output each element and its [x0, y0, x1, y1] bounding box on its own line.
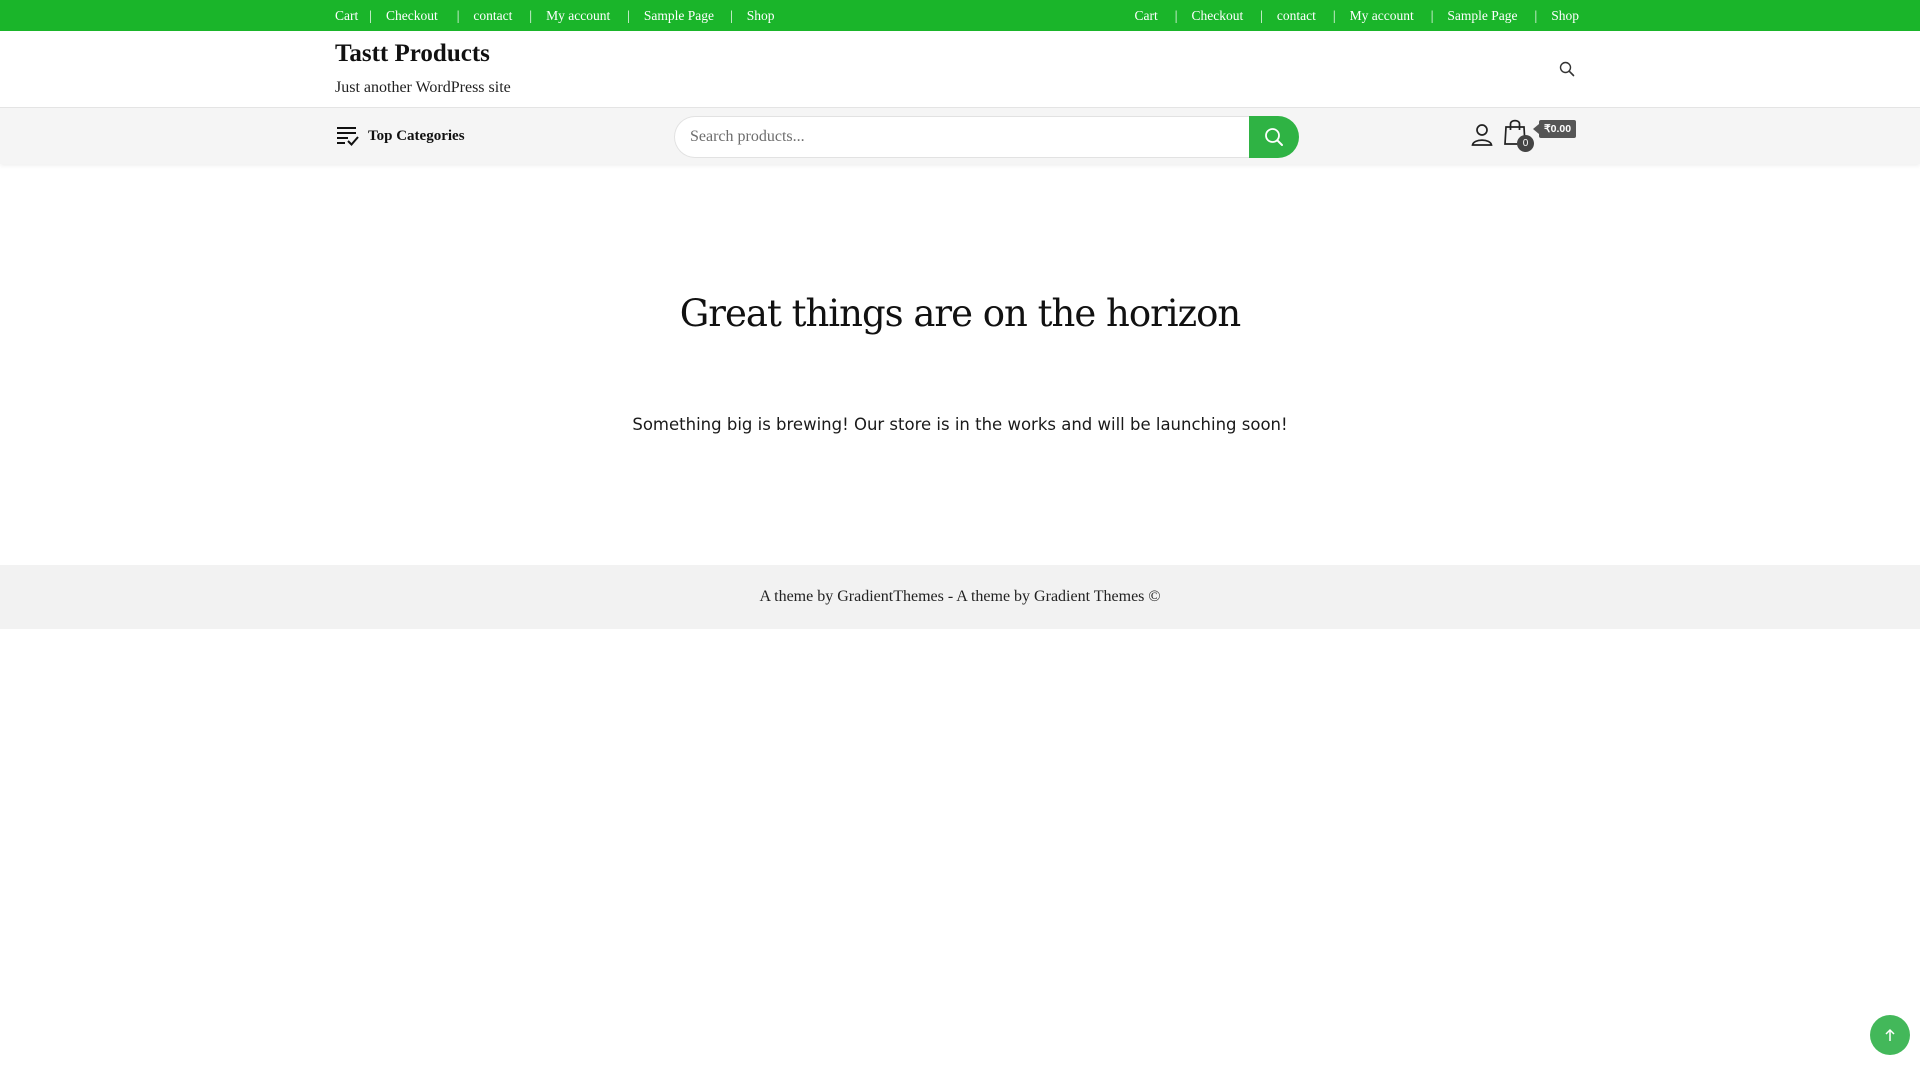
cart-button[interactable]: 0 ₹0.00 — [1503, 118, 1583, 154]
separator: | — [1332, 7, 1336, 23]
top-nav-left-cart[interactable]: Cart — [335, 8, 358, 24]
top-nav-left-sample-page[interactable]: Sample Page — [644, 8, 714, 24]
footer-credit: A theme by GradientThemes - A theme by G… — [759, 588, 1161, 605]
top-nav-left-checkout[interactable]: Checkout — [386, 8, 438, 24]
site-tagline: Just another WordPress site — [335, 79, 511, 96]
site-title[interactable]: Tastt Products — [335, 40, 490, 68]
top-nav-right-sample-page[interactable]: Sample Page — [1447, 8, 1517, 24]
top-nav-right-shop[interactable]: Shop — [1551, 8, 1579, 24]
site-header: Tastt Products Just another WordPress si… — [0, 31, 1920, 108]
separator: | — [730, 7, 733, 23]
top-nav-left-my-account[interactable]: My account — [546, 8, 610, 24]
top-bar: Cart | Checkout | contact | My account |… — [0, 0, 1920, 31]
page-title: Great things are on the horizon — [679, 292, 1241, 335]
separator: | — [627, 7, 630, 23]
list-check-icon — [337, 127, 359, 146]
page-description: Something big is brewing! Our store is i… — [632, 415, 1288, 434]
search-icon[interactable] — [1558, 60, 1576, 78]
site-footer: A theme by GradientThemes - A theme by G… — [0, 565, 1920, 629]
top-nav-left: Cart | Checkout | contact | My account |… — [335, 0, 775, 31]
search-input[interactable] — [674, 116, 1274, 158]
top-nav-right-my-account[interactable]: My account — [1350, 8, 1414, 24]
search-button[interactable] — [1249, 116, 1299, 158]
separator: | — [529, 7, 533, 23]
top-nav-right-contact[interactable]: contact — [1277, 8, 1316, 24]
product-search — [674, 116, 1299, 158]
separator: | — [369, 7, 372, 23]
top-nav-left-shop[interactable]: Shop — [747, 8, 775, 24]
arrow-up-icon — [1885, 1028, 1895, 1041]
separator: | — [1174, 7, 1178, 23]
cart-count-badge: 0 — [1517, 135, 1534, 152]
user-icon[interactable] — [1470, 122, 1494, 146]
back-to-top-button[interactable] — [1870, 1015, 1910, 1055]
separator: | — [1430, 7, 1434, 23]
top-nav-right-checkout[interactable]: Checkout — [1191, 8, 1243, 24]
search-icon — [1265, 128, 1283, 146]
top-nav-right: Cart | Checkout | contact | My account |… — [1135, 0, 1580, 31]
separator: | — [1534, 7, 1538, 23]
top-nav-left-contact[interactable]: contact — [473, 8, 512, 24]
top-categories-label: Top Categories — [368, 127, 465, 144]
separator: | — [1260, 7, 1263, 23]
separator: | — [456, 7, 460, 23]
category-search-bar: Top Categories 0 ₹0.00 — [0, 108, 1920, 164]
cart-total: ₹0.00 — [1532, 120, 1577, 138]
top-categories-button[interactable]: Top Categories — [336, 123, 465, 149]
top-nav-right-cart[interactable]: Cart — [1135, 8, 1158, 24]
